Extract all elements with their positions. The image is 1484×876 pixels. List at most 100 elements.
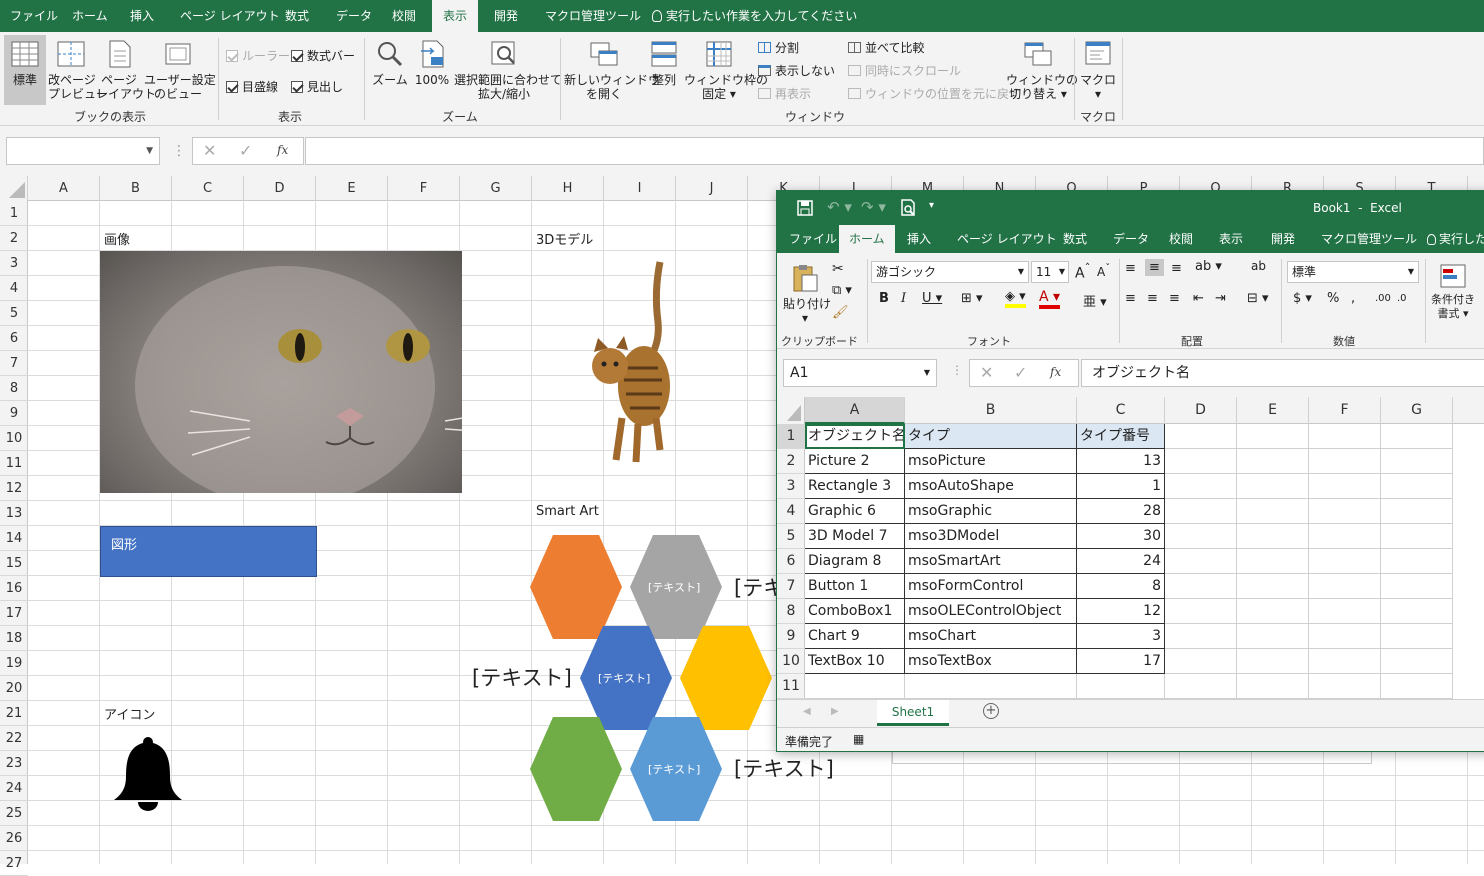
row-header[interactable]: 16: [0, 576, 28, 601]
copy-icon[interactable]: ⧉ ▾: [832, 283, 852, 298]
row-header[interactable]: 6: [0, 326, 28, 351]
w2-row-header[interactable]: 3: [777, 474, 805, 499]
w2-select-all[interactable]: [777, 397, 805, 424]
paste-button[interactable]: 貼り付け ▾: [783, 263, 831, 325]
table-cell[interactable]: Button 1: [805, 574, 905, 599]
align-right-icon[interactable]: ≡: [1169, 291, 1180, 306]
zoom-100-button[interactable]: 100%: [412, 39, 452, 87]
empty-cell[interactable]: [1381, 599, 1453, 624]
align-middle-icon[interactable]: ≡: [1145, 259, 1164, 276]
enter-check-icon[interactable]: ✓: [1014, 363, 1027, 382]
formula-input[interactable]: [305, 137, 1484, 165]
w2-column-header[interactable]: B: [905, 397, 1077, 424]
row-header[interactable]: 11: [0, 451, 28, 476]
w2-name-box[interactable]: A1 ▼: [783, 359, 937, 387]
gridlines-checkbox[interactable]: 目盛線: [226, 78, 278, 95]
table-cell[interactable]: msoPicture: [905, 449, 1077, 474]
row-header[interactable]: 9: [0, 401, 28, 426]
empty-cell[interactable]: [1165, 474, 1237, 499]
empty-cell[interactable]: [1381, 624, 1453, 649]
empty-cell[interactable]: [1237, 649, 1309, 674]
normal-view-button[interactable]: 標準: [4, 35, 46, 105]
increase-indent-icon[interactable]: ⇥: [1215, 291, 1226, 306]
scroll-right-icon[interactable]: ▶: [831, 706, 839, 717]
font-color-icon[interactable]: A ▾: [1039, 289, 1061, 309]
column-header[interactable]: D: [244, 176, 316, 201]
column-header[interactable]: H: [532, 176, 604, 201]
redo-icon[interactable]: ↷ ▾: [861, 198, 886, 216]
table-cell[interactable]: 1: [1077, 474, 1165, 499]
table-cell[interactable]: 13: [1077, 449, 1165, 474]
empty-cell[interactable]: [1165, 424, 1237, 449]
tab-formulas[interactable]: 数式: [285, 0, 309, 32]
table-cell[interactable]: msoGraphic: [905, 499, 1077, 524]
align-top-icon[interactable]: ≡: [1125, 261, 1136, 276]
hide-window-button[interactable]: 表示しない: [758, 62, 835, 79]
table-cell[interactable]: msoTextBox: [905, 649, 1077, 674]
empty-cell[interactable]: [1237, 624, 1309, 649]
w2-row-header[interactable]: 6: [777, 549, 805, 574]
empty-cell[interactable]: [1381, 574, 1453, 599]
empty-cell[interactable]: [905, 674, 1077, 699]
empty-cell[interactable]: [1237, 449, 1309, 474]
increase-decimal-icon[interactable]: .00: [1375, 293, 1391, 304]
table-cell[interactable]: Chart 9: [805, 624, 905, 649]
table-cell[interactable]: 30: [1077, 524, 1165, 549]
tab-insert[interactable]: 挿入: [130, 0, 154, 32]
empty-cell[interactable]: [1381, 649, 1453, 674]
formula-bar-checkbox[interactable]: 数式バー: [291, 47, 355, 64]
w2-tab-home[interactable]: ホーム: [839, 225, 895, 253]
empty-cell[interactable]: [1077, 674, 1165, 699]
row-header[interactable]: 5: [0, 301, 28, 326]
w2-tab-view[interactable]: 表示: [1219, 225, 1243, 253]
cancel-icon[interactable]: ✕: [203, 141, 216, 160]
empty-cell[interactable]: [1381, 424, 1453, 449]
row-header[interactable]: 24: [0, 776, 28, 801]
tell-me-search[interactable]: 実行したい作業を入力してください: [652, 0, 857, 32]
zoom-button[interactable]: ズーム: [372, 39, 408, 87]
column-header[interactable]: G: [460, 176, 532, 201]
row-header[interactable]: 19: [0, 651, 28, 676]
w2-grid[interactable]: A B C D E F G 1 2 3 4 5 6 7 8 9 10 11 オブジェクト名 タイプ タイプ番号 Pictu…: [777, 397, 1484, 699]
empty-cell[interactable]: [1309, 524, 1381, 549]
table-cell[interactable]: Diagram 8: [805, 549, 905, 574]
w2-column-header[interactable]: C: [1077, 397, 1165, 424]
empty-cell[interactable]: [1165, 574, 1237, 599]
table-cell[interactable]: Picture 2: [805, 449, 905, 474]
enter-check-icon[interactable]: ✓: [239, 141, 252, 160]
empty-cell[interactable]: [1309, 674, 1381, 699]
row-header[interactable]: 14: [0, 526, 28, 551]
tab-review[interactable]: 校閲: [392, 0, 416, 32]
row-header[interactable]: 4: [0, 276, 28, 301]
fill-color-icon[interactable]: ◈ ▾: [1005, 289, 1026, 308]
table-cell[interactable]: mso3DModel: [905, 524, 1077, 549]
currency-icon[interactable]: $ ▾: [1293, 291, 1312, 306]
w2-tab-page-layout[interactable]: ページ レイアウト: [957, 225, 1057, 253]
table-cell[interactable]: 3D Model 7: [805, 524, 905, 549]
wrap-text-icon[interactable]: ab: [1251, 259, 1266, 273]
w2-row-header[interactable]: 11: [777, 674, 805, 699]
empty-cell[interactable]: [1309, 549, 1381, 574]
table-cell[interactable]: msoOLEControlObject: [905, 599, 1077, 624]
row-header[interactable]: 2: [0, 226, 28, 251]
cat-picture[interactable]: [100, 251, 462, 493]
custom-views-button[interactable]: ユーザー設定 のビュー: [144, 39, 216, 101]
empty-cell[interactable]: [1165, 624, 1237, 649]
rectangle-shape[interactable]: 図形: [100, 526, 317, 577]
w2-column-header[interactable]: F: [1309, 397, 1381, 424]
table-cell[interactable]: msoAutoShape: [905, 474, 1077, 499]
table-cell[interactable]: 17: [1077, 649, 1165, 674]
row-header[interactable]: 12: [0, 476, 28, 501]
empty-cell[interactable]: [1309, 449, 1381, 474]
w2-formula-input[interactable]: オブジェクト名: [1081, 359, 1484, 387]
freeze-panes-button[interactable]: ウィンドウ枠の 固定 ▾: [684, 39, 768, 101]
tab-macro-tools[interactable]: マクロ管理ツール: [545, 0, 641, 32]
w2-tab-formulas[interactable]: 数式: [1063, 225, 1087, 253]
table-cell[interactable]: msoChart: [905, 624, 1077, 649]
empty-cell[interactable]: [1309, 499, 1381, 524]
w2-tab-review[interactable]: 校閲: [1169, 225, 1193, 253]
print-preview-icon[interactable]: [899, 199, 917, 220]
table-cell[interactable]: ComboBox1: [805, 599, 905, 624]
empty-cell[interactable]: [1165, 549, 1237, 574]
insert-function-icon[interactable]: fx: [277, 143, 288, 157]
